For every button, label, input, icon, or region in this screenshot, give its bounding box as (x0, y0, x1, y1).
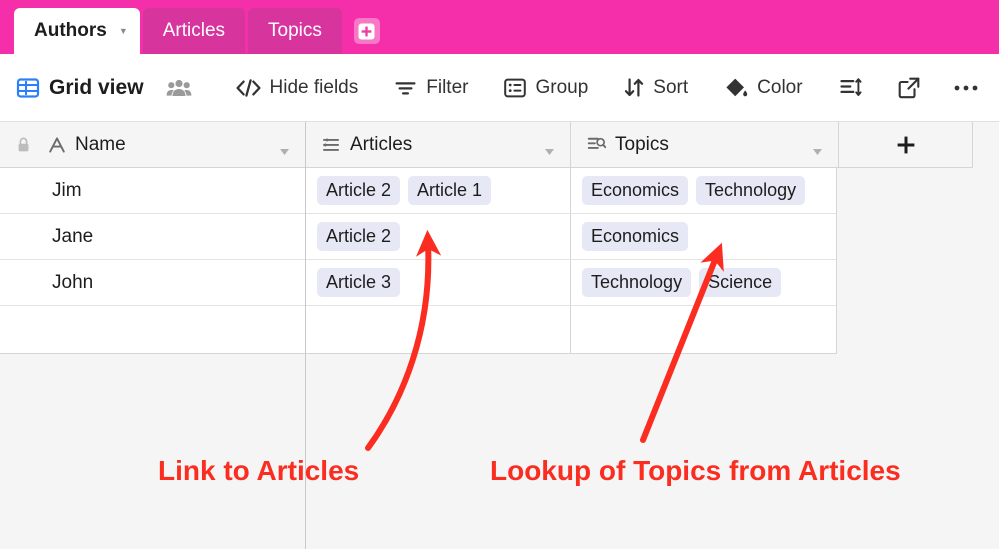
tab-topics[interactable]: Topics (248, 8, 342, 54)
tab-articles[interactable]: Articles (142, 8, 246, 54)
grid-view-label: Grid view (49, 75, 144, 99)
plus-square-icon (358, 23, 375, 39)
chevron-down-icon[interactable] (280, 142, 289, 155)
hide-fields-button[interactable]: Hide fields (235, 76, 359, 99)
grid-view-table: Name Articles Topics Jim Article 2 Artic… (0, 122, 999, 549)
cell-articles[interactable]: Article 2 (306, 214, 571, 259)
group-label: Group (535, 76, 589, 98)
cell-articles[interactable]: Article 3 (306, 260, 571, 305)
lookup-chip: Economics (582, 221, 689, 252)
cell-name[interactable]: Jane (0, 214, 306, 259)
cell-name-empty[interactable] (0, 306, 306, 353)
add-field-button[interactable] (839, 122, 973, 167)
collaborators-button[interactable] (166, 77, 192, 99)
tab-articles-label: Articles (162, 20, 226, 41)
link-record-icon (322, 137, 341, 153)
sort-label: Sort (653, 76, 689, 98)
cell-name-text: Jane (52, 225, 94, 247)
plus-icon (896, 135, 916, 155)
lookup-chip: Technology (696, 175, 806, 206)
filter-label: Filter (426, 76, 469, 98)
grid-table-icon (16, 76, 40, 100)
cell-name-text: Jim (52, 179, 82, 201)
add-record-row[interactable] (0, 306, 836, 354)
share-view-button[interactable] (898, 77, 920, 99)
lookup-search-icon (587, 136, 606, 153)
chevron-down-icon[interactable] (813, 142, 822, 155)
lookup-chip: Science (699, 267, 782, 298)
more-options-button[interactable] (954, 84, 978, 92)
link-chip[interactable]: Article 2 (317, 221, 401, 252)
link-chip[interactable]: Article 2 (317, 175, 401, 206)
cell-topics[interactable]: Economics Technology (571, 168, 835, 213)
share-export-icon (898, 77, 920, 99)
column-header-name-label: Name (75, 133, 126, 155)
link-chip[interactable]: Article 1 (408, 175, 492, 206)
cell-topics[interactable]: Economics (571, 214, 835, 259)
add-table-button[interactable] (353, 18, 380, 44)
sort-button[interactable]: Sort (624, 77, 688, 99)
column-header-topics-label: Topics (615, 133, 669, 155)
cell-topics-empty[interactable] (571, 306, 835, 353)
cell-name-text: John (52, 271, 94, 293)
tab-authors[interactable]: Authors ▼ (14, 8, 140, 54)
chevron-down-icon[interactable]: ▼ (119, 26, 128, 36)
cell-articles[interactable]: Article 2 Article 1 (306, 168, 571, 213)
text-field-a-icon (48, 136, 66, 154)
hide-fields-label: Hide fields (269, 76, 359, 98)
group-list-icon (504, 77, 527, 99)
link-chip[interactable]: Article 3 (317, 267, 401, 298)
tab-topics-label: Topics (268, 20, 322, 41)
table-row[interactable]: Jane Article 2 Economics (0, 214, 836, 260)
column-header-articles[interactable]: Articles (306, 122, 571, 167)
color-button[interactable]: Color (724, 76, 803, 99)
cell-name[interactable]: Jim (0, 168, 306, 213)
grid-header-row: Name Articles Topics (0, 122, 973, 168)
lookup-chip: Technology (582, 267, 692, 298)
column-header-articles-label: Articles (350, 133, 413, 155)
funnel-lines-icon (394, 78, 417, 98)
code-slash-icon (235, 78, 261, 98)
cell-topics[interactable]: Technology Science (571, 260, 835, 305)
color-label: Color (757, 76, 803, 98)
people-group-icon (166, 77, 192, 99)
ellipsis-icon (954, 84, 978, 92)
table-tab-bar: Authors ▼ Articles Topics (0, 0, 999, 54)
column-header-name[interactable]: Name (0, 122, 306, 167)
filter-button[interactable]: Filter (394, 77, 468, 99)
view-toolbar: Grid view Hide fields Filter Group Sort … (0, 54, 999, 122)
row-height-button[interactable] (839, 77, 862, 98)
grid-body: Jim Article 2 Article 1 Economics Techno… (0, 168, 837, 354)
group-button[interactable]: Group (504, 77, 588, 99)
grid-view-button[interactable]: Grid view (16, 76, 144, 100)
cell-name[interactable]: John (0, 260, 306, 305)
chevron-down-icon[interactable] (545, 142, 554, 155)
paint-bucket-icon (724, 77, 748, 99)
tab-authors-label: Authors (34, 20, 107, 41)
frozen-column-divider (305, 122, 306, 549)
column-header-topics[interactable]: Topics (571, 122, 839, 167)
lock-icon (17, 137, 30, 153)
table-row[interactable]: John Article 3 Technology Science (0, 260, 836, 306)
row-height-icon (839, 77, 862, 98)
sort-arrows-icon (624, 77, 644, 98)
table-row[interactable]: Jim Article 2 Article 1 Economics Techno… (0, 168, 836, 214)
cell-articles-empty[interactable] (306, 306, 571, 353)
lookup-chip: Economics (582, 175, 689, 206)
